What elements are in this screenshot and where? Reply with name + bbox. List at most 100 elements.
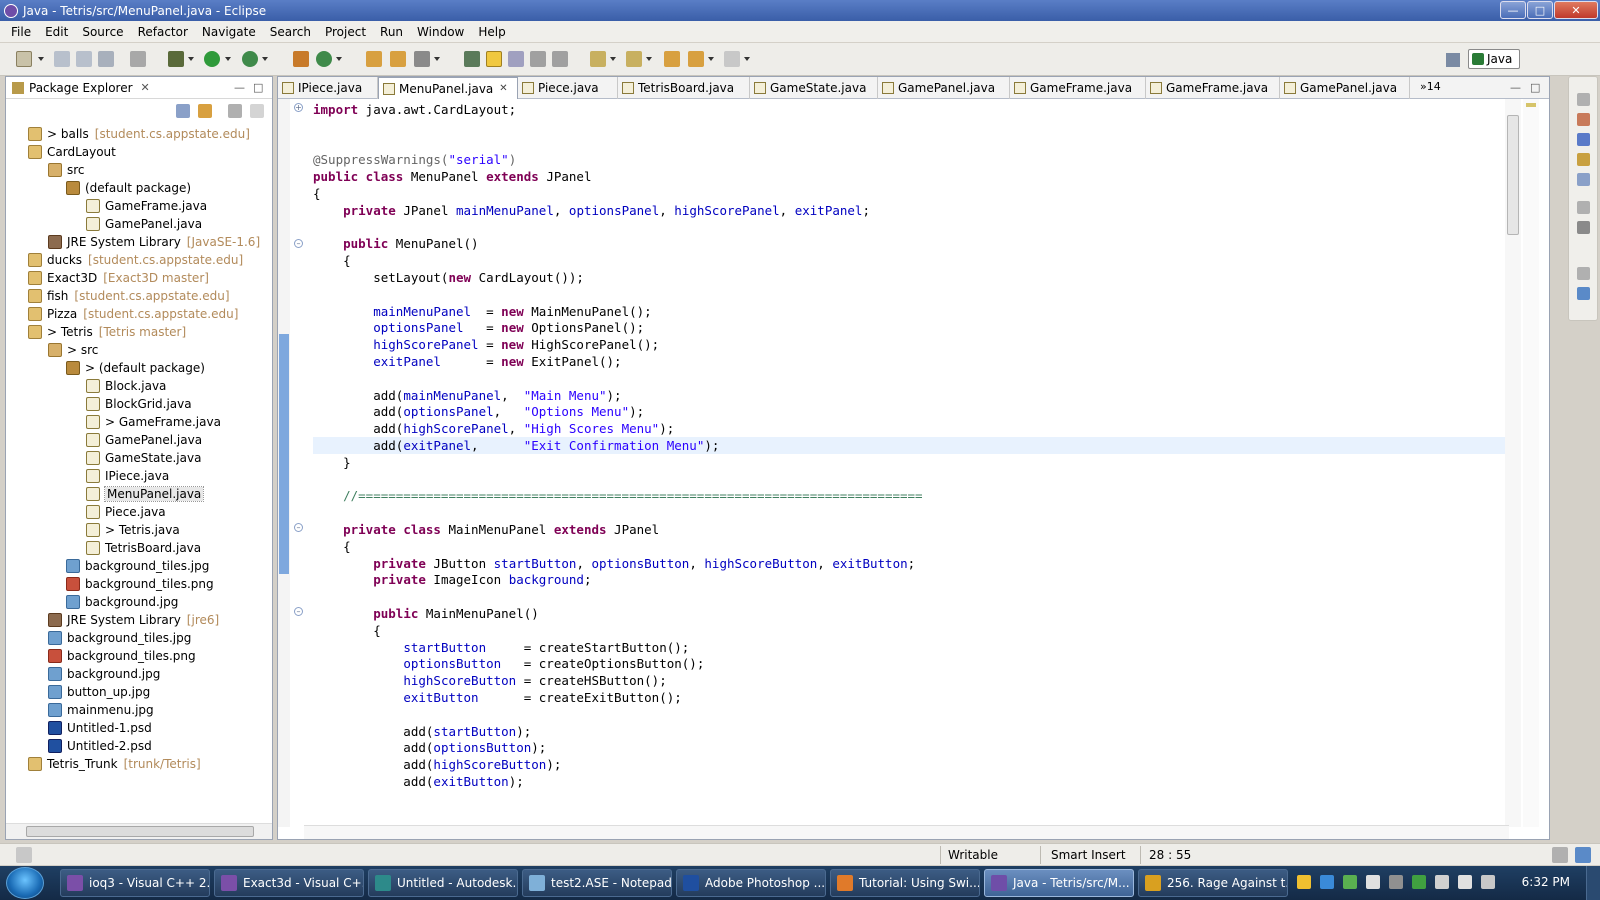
- tree-item[interactable]: mainmenu.jpg: [48, 701, 154, 719]
- close-button[interactable]: ✕: [1554, 1, 1598, 19]
- tree-item[interactable]: Tetris_Trunk [trunk/Tetris]: [28, 755, 201, 773]
- restore-outline-icon[interactable]: [1577, 201, 1590, 214]
- debug-dropdown-icon[interactable]: [188, 57, 194, 61]
- tree-item[interactable]: background_tiles.png: [48, 647, 196, 665]
- tree-item[interactable]: Exact3D [Exact3D master]: [28, 269, 209, 287]
- task-list-icon[interactable]: [1577, 221, 1590, 234]
- editor-tab[interactable]: MenuPanel.java ✕: [378, 77, 518, 99]
- menu-search[interactable]: Search: [263, 25, 318, 39]
- editor-tab[interactable]: TetrisBoard.java: [618, 77, 750, 99]
- minimize-button[interactable]: —: [1500, 1, 1526, 19]
- tree-item[interactable]: background_tiles.jpg: [48, 629, 191, 647]
- restore-status-icon[interactable]: [1552, 847, 1568, 863]
- problems-icon[interactable]: [1577, 113, 1590, 126]
- tree-item[interactable]: > (default package): [66, 359, 205, 377]
- menu-source[interactable]: Source: [75, 25, 130, 39]
- previous-annotation-dropdown-icon[interactable]: [646, 57, 652, 61]
- display-icon[interactable]: [1435, 875, 1449, 889]
- tree-item[interactable]: CardLayout: [28, 143, 116, 161]
- build-icon[interactable]: [130, 51, 146, 67]
- taskbar-button[interactable]: Tutorial: Using Swi...: [830, 869, 980, 897]
- save-all-icon[interactable]: [76, 51, 92, 67]
- collapse-class-icon[interactable]: –: [294, 523, 303, 532]
- run-dropdown-icon[interactable]: [225, 57, 231, 61]
- external-tools-dropdown-icon[interactable]: [262, 57, 268, 61]
- open-perspective-icon[interactable]: [1446, 53, 1460, 67]
- taskbar-button[interactable]: Exact3d - Visual C+...: [214, 869, 364, 897]
- new-icon[interactable]: [16, 51, 32, 67]
- close-view-icon[interactable]: ✕: [141, 81, 150, 94]
- previous-annotation-icon[interactable]: [626, 51, 642, 67]
- taskbar-button[interactable]: Untitled - Autodesk...: [368, 869, 518, 897]
- tab-overflow[interactable]: »14: [1420, 80, 1441, 93]
- open-folder-icon[interactable]: [390, 51, 406, 67]
- debug-icon[interactable]: [168, 51, 184, 67]
- tree-item[interactable]: button_up.jpg: [48, 683, 150, 701]
- tree-item[interactable]: Piece.java: [86, 503, 166, 521]
- tree-item[interactable]: GameState.java: [86, 449, 201, 467]
- close-tab-icon[interactable]: ✕: [499, 83, 507, 94]
- declaration-icon[interactable]: [1577, 153, 1590, 166]
- forward-icon[interactable]: [724, 51, 740, 67]
- tree-item[interactable]: ducks [student.cs.appstate.edu]: [28, 251, 243, 269]
- restore-outline2-icon[interactable]: [1577, 267, 1590, 280]
- search-dropdown-icon[interactable]: [434, 57, 440, 61]
- tree-item[interactable]: JRE System Library [JavaSE-1.6]: [48, 233, 260, 251]
- console-icon[interactable]: [1577, 173, 1590, 186]
- tray-icon-3[interactable]: [1343, 875, 1357, 889]
- show-whitespace-icon[interactable]: [530, 51, 546, 67]
- open-type-icon[interactable]: [366, 51, 382, 67]
- clock[interactable]: 6:32 PM: [1522, 875, 1570, 889]
- menu-navigate[interactable]: Navigate: [195, 25, 263, 39]
- editor-tab[interactable]: GamePanel.java: [1280, 77, 1410, 99]
- next-annotation-icon[interactable]: [590, 51, 606, 67]
- taskbar-button[interactable]: ioq3 - Visual C++ 2...: [60, 869, 210, 897]
- editor-tab[interactable]: Piece.java: [518, 77, 618, 99]
- tree-item[interactable]: Block.java: [86, 377, 166, 395]
- tree-item[interactable]: TetrisBoard.java: [86, 539, 201, 557]
- editor-horizontal-scrollbar[interactable]: [304, 825, 1509, 839]
- tree-item[interactable]: fish [student.cs.appstate.edu]: [28, 287, 230, 305]
- block-selection-icon[interactable]: [508, 51, 524, 67]
- tree-item[interactable]: > Tetris.java: [86, 521, 180, 539]
- editor-scroll-thumb[interactable]: [1507, 115, 1519, 235]
- new-class-icon[interactable]: [316, 51, 332, 67]
- tree-item[interactable]: GameFrame.java: [86, 197, 207, 215]
- menu-project[interactable]: Project: [318, 25, 373, 39]
- new-dropdown-icon[interactable]: [38, 57, 44, 61]
- editor-tab[interactable]: GameFrame.java: [1010, 77, 1146, 99]
- last-edit-icon[interactable]: [664, 51, 680, 67]
- show-source-icon[interactable]: [552, 51, 568, 67]
- tree-item[interactable]: Untitled-1.psd: [48, 719, 152, 737]
- new-class-dropdown-icon[interactable]: [336, 57, 342, 61]
- editor-tab[interactable]: GameFrame.java: [1146, 77, 1280, 99]
- tree-item[interactable]: GamePanel.java: [86, 215, 202, 233]
- external-tools-icon[interactable]: [242, 51, 258, 67]
- collapse-constructor-icon[interactable]: –: [294, 239, 303, 248]
- tree-item[interactable]: (default package): [66, 179, 191, 197]
- network-icon[interactable]: [1389, 875, 1403, 889]
- menu-run[interactable]: Run: [373, 25, 410, 39]
- volume-icon[interactable]: [1481, 875, 1495, 889]
- maximize-view-icon[interactable]: □: [253, 81, 263, 94]
- menu-edit[interactable]: Edit: [38, 25, 75, 39]
- package-explorer-tab[interactable]: Package Explorer ✕ — □: [6, 77, 272, 99]
- tray-icon-2[interactable]: [1320, 875, 1334, 889]
- tree-item[interactable]: > src: [48, 341, 98, 359]
- tree-item[interactable]: IPiece.java: [86, 467, 169, 485]
- editor-tab[interactable]: GameState.java: [750, 77, 878, 99]
- tree-item[interactable]: > balls [student.cs.appstate.edu]: [28, 125, 250, 143]
- expand-imports-icon[interactable]: +: [294, 103, 303, 112]
- view-menu-icon[interactable]: [250, 104, 264, 118]
- taskbar-button[interactable]: Java - Tetris/src/M...: [984, 869, 1134, 897]
- tray-icon-4[interactable]: [1412, 875, 1426, 889]
- start-button[interactable]: [6, 867, 44, 899]
- link-with-editor-icon[interactable]: [198, 104, 212, 118]
- editor-tab[interactable]: IPiece.java: [278, 77, 378, 99]
- back-icon[interactable]: [688, 51, 704, 67]
- tree-item[interactable]: BlockGrid.java: [86, 395, 192, 413]
- show-desktop-button[interactable]: [1586, 866, 1600, 900]
- tree-item[interactable]: > GameFrame.java: [86, 413, 221, 431]
- tree-item[interactable]: background.jpg: [66, 593, 178, 611]
- tree-item[interactable]: background_tiles.png: [66, 575, 214, 593]
